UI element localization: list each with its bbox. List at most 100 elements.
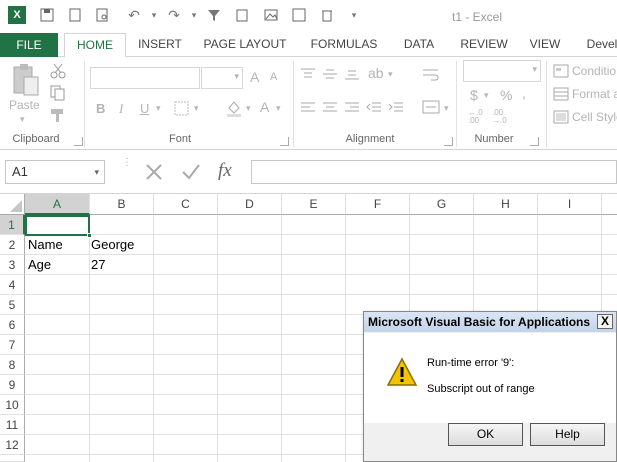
tab-page-layout[interactable]: PAGE LAYOUT (200, 33, 290, 57)
orientation-dropdown-icon[interactable]: ▾ (388, 69, 393, 80)
column-header-h[interactable]: H (474, 194, 538, 215)
format-as-table-icon[interactable] (553, 87, 569, 101)
row-header-13[interactable] (0, 455, 25, 462)
cell-a2[interactable]: Name (25, 235, 90, 255)
column-header-c[interactable]: C (154, 194, 218, 215)
dialog-close-button[interactable]: X (597, 314, 613, 329)
splitter-icon[interactable]: ⋮ (122, 158, 132, 184)
borders-dropdown-icon[interactable]: ▾ (194, 103, 199, 114)
font-color-icon[interactable]: A (260, 99, 269, 115)
column-header-d[interactable]: D (218, 194, 282, 215)
tab-view[interactable]: VIEW (525, 33, 565, 57)
currency-icon[interactable]: $ (470, 87, 478, 103)
align-right-icon[interactable] (344, 101, 360, 115)
row-header-3[interactable]: 3 (0, 255, 25, 275)
tab-review[interactable]: REVIEW (456, 33, 512, 57)
middle-align-icon[interactable] (322, 67, 338, 81)
formula-input[interactable] (251, 160, 617, 184)
underline-dropdown-icon[interactable]: ▾ (156, 103, 161, 114)
row-header-9[interactable]: 9 (0, 375, 25, 395)
chart-icon[interactable] (290, 6, 308, 24)
tab-developer[interactable]: Devel (582, 33, 617, 57)
copy-icon[interactable] (50, 85, 66, 101)
row-header-1[interactable]: 1 (0, 215, 25, 235)
font-color-dropdown-icon[interactable]: ▾ (276, 103, 281, 114)
percent-icon[interactable]: % (500, 87, 512, 103)
wrap-text-icon[interactable] (422, 67, 440, 83)
redo-icon[interactable]: ↷ (165, 6, 183, 24)
decrease-decimal-icon[interactable]: .00 →.0 (492, 109, 507, 125)
column-header-a[interactable]: A (25, 194, 90, 215)
merge-dropdown-icon[interactable]: ▾ (444, 103, 449, 114)
clipboard-launcher-icon[interactable] (74, 137, 83, 146)
font-launcher-icon[interactable] (280, 137, 289, 146)
column-header-i[interactable]: I (538, 194, 602, 215)
alignment-launcher-icon[interactable] (444, 137, 453, 146)
align-center-icon[interactable] (322, 101, 338, 115)
format-painter-icon[interactable] (50, 107, 66, 123)
increase-decimal-icon[interactable]: ←.0.00 (468, 109, 483, 125)
print-preview-icon[interactable] (93, 6, 111, 24)
increase-indent-icon[interactable] (388, 101, 404, 115)
ok-button[interactable]: OK (448, 423, 523, 446)
save-icon[interactable] (38, 6, 56, 24)
column-header-f[interactable]: F (346, 194, 410, 215)
top-align-icon[interactable] (300, 67, 316, 81)
undo-icon[interactable]: ↶ (125, 6, 143, 24)
column-header-g[interactable]: G (410, 194, 474, 215)
redo-dropdown-icon[interactable]: ▾ (185, 6, 203, 24)
merge-center-icon[interactable] (422, 99, 440, 115)
bottom-align-icon[interactable] (344, 67, 360, 81)
row-header-4[interactable]: 4 (0, 275, 25, 295)
row-header-11[interactable]: 11 (0, 415, 25, 435)
orientation-icon[interactable]: ab (368, 65, 384, 81)
cell-a3[interactable]: Age (25, 255, 90, 275)
customize-qat-icon[interactable]: ▾ (345, 6, 363, 24)
clipboard-icon[interactable] (233, 6, 251, 24)
number-launcher-icon[interactable] (530, 137, 539, 146)
font-name-combo[interactable] (90, 67, 200, 89)
shrink-font-icon[interactable]: A (270, 71, 277, 83)
paste-icon[interactable] (10, 63, 40, 99)
cancel-entry-icon[interactable] (145, 163, 163, 181)
grow-font-icon[interactable]: A (250, 69, 259, 85)
cut-icon[interactable] (50, 63, 66, 79)
open-icon[interactable] (66, 6, 84, 24)
row-header-8[interactable]: 8 (0, 355, 25, 375)
decrease-indent-icon[interactable] (366, 101, 382, 115)
currency-dropdown-icon[interactable]: ▾ (484, 90, 489, 101)
insert-function-icon[interactable]: fx (218, 160, 232, 182)
format-as-table-button[interactable]: Format a (572, 87, 617, 101)
bold-button[interactable]: B (96, 101, 105, 116)
tab-home[interactable]: HOME (64, 33, 126, 58)
tab-formulas[interactable]: FORMULAS (306, 33, 382, 57)
row-header-5[interactable]: 5 (0, 295, 25, 315)
confirm-entry-icon[interactable] (181, 163, 201, 181)
paste-dropdown-icon[interactable]: ▾ (20, 114, 25, 125)
cell-styles-icon[interactable] (553, 110, 569, 124)
italic-button[interactable]: I (119, 101, 123, 117)
row-header-2[interactable]: 2 (0, 235, 25, 255)
fill-handle[interactable] (87, 233, 92, 238)
name-box[interactable]: A1 ▾ (5, 160, 105, 184)
cell-b3[interactable]: 27 (88, 255, 154, 275)
help-button[interactable]: Help (530, 423, 605, 446)
fill-color-icon[interactable] (225, 99, 243, 117)
column-header-b[interactable]: B (90, 194, 154, 215)
underline-button[interactable]: U (140, 101, 149, 116)
align-left-icon[interactable] (300, 101, 316, 115)
cell-b2[interactable]: George (88, 235, 154, 255)
undo-dropdown-icon[interactable]: ▾ (145, 6, 163, 24)
filter-icon[interactable] (205, 6, 223, 24)
comma-style-icon[interactable]: , (522, 85, 526, 101)
cell-styles-button[interactable]: Cell Style (572, 110, 617, 124)
active-cell-a1[interactable] (25, 215, 90, 236)
borders-icon[interactable] (174, 101, 190, 117)
conditional-formatting-icon[interactable] (553, 64, 569, 78)
tab-data[interactable]: DATA (396, 33, 442, 57)
column-header-e[interactable]: E (282, 194, 346, 215)
name-box-dropdown-icon[interactable]: ▾ (94, 161, 99, 183)
tab-insert[interactable]: INSERT (132, 33, 188, 57)
row-header-6[interactable]: 6 (0, 315, 25, 335)
picture-icon[interactable] (262, 6, 280, 24)
